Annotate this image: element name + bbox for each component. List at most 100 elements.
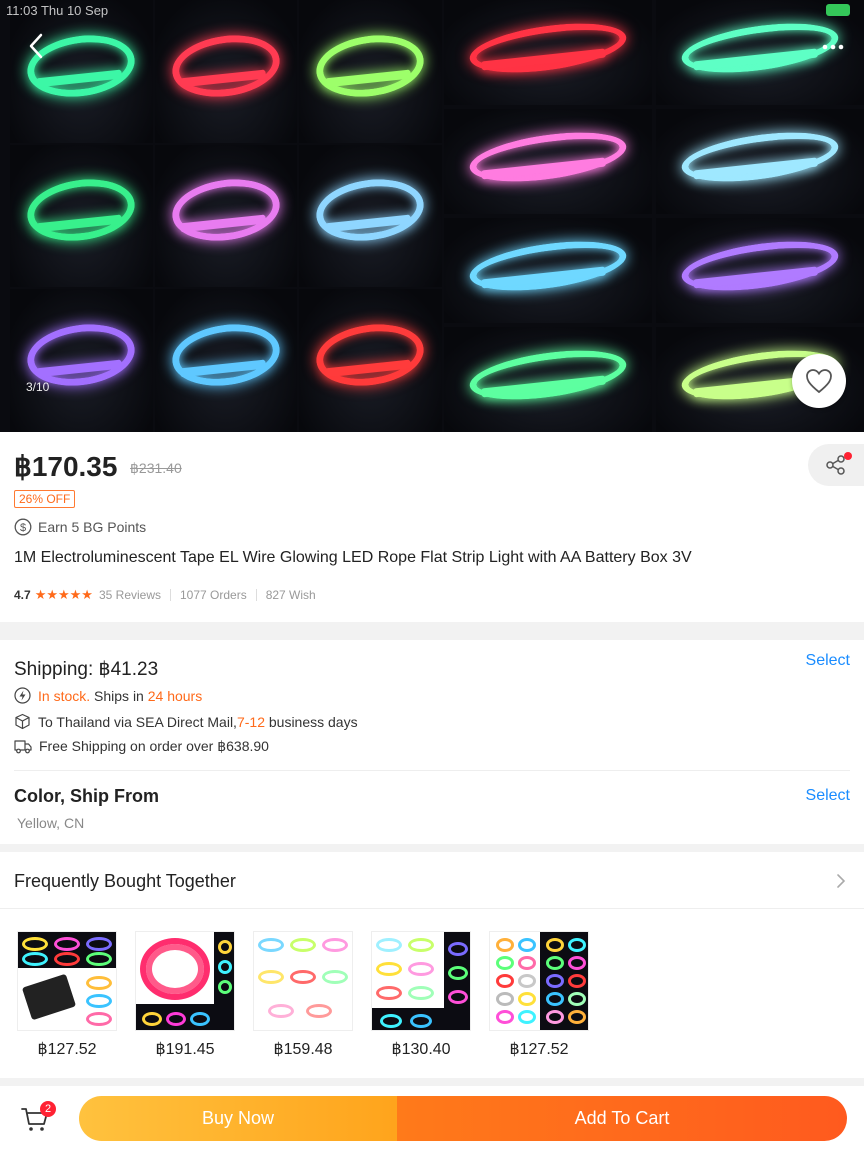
- shipping-section: Shipping: ฿41.23 Select In stock. Ships …: [0, 640, 864, 844]
- status-time: 11:03 Thu 10 Sep: [6, 3, 109, 18]
- product-title: 1M Electroluminescent Tape EL Wire Glowi…: [14, 549, 692, 566]
- section-title: Frequently Bought Together: [14, 871, 236, 891]
- fbt-item-price: ฿127.52: [37, 1041, 97, 1058]
- fbt-item[interactable]: ฿159.48: [253, 931, 353, 1059]
- variant-select-link[interactable]: Select: [806, 787, 850, 805]
- more-button[interactable]: [816, 30, 850, 64]
- gallery-tile: [444, 327, 652, 432]
- truck-icon: [14, 740, 32, 754]
- el-wire-loop: [23, 173, 140, 248]
- back-button[interactable]: [18, 28, 54, 64]
- el-wire-loop: [312, 317, 429, 393]
- fbt-list: ฿127.52 ฿191.45 ฿159.48 ฿130.40 ฿127.52: [17, 931, 589, 1059]
- el-wire-loop: [168, 317, 284, 393]
- battery-icon: [826, 4, 850, 16]
- route-days: 7-12: [236, 713, 265, 730]
- original-price: ฿231.40: [130, 460, 182, 476]
- fbt-item[interactable]: ฿127.52: [489, 931, 589, 1059]
- share-button[interactable]: [808, 444, 864, 486]
- free-shipping-label: Free Shipping on order over ฿638.90: [39, 738, 269, 754]
- route-suffix: business days: [268, 713, 358, 730]
- fbt-item-image: [17, 931, 117, 1031]
- fbt-item-image: [371, 931, 471, 1031]
- el-wire-loop: [466, 233, 630, 300]
- divider: [0, 908, 864, 909]
- heart-icon: [806, 369, 832, 394]
- el-wire-loop: [678, 124, 842, 191]
- el-wire-loop: [678, 233, 842, 300]
- el-wire-loop: [466, 124, 630, 191]
- fbt-item-image: [489, 931, 589, 1031]
- reviews-count: 35 Reviews: [98, 588, 161, 602]
- frequently-bought-section: Frequently Bought Together ฿127.52 ฿191.…: [0, 852, 864, 1078]
- gallery-tile: [299, 289, 442, 432]
- fbt-item[interactable]: ฿127.52: [17, 931, 117, 1059]
- package-icon: [15, 713, 30, 730]
- el-wire-loop: [466, 342, 630, 409]
- status-bar: 11:03 Thu 10 Sep: [0, 0, 864, 22]
- gallery-image-left: [10, 0, 442, 432]
- wishlist-button[interactable]: [792, 354, 846, 408]
- lightning-icon: [14, 687, 31, 704]
- fbt-item-price: ฿127.52: [509, 1041, 569, 1058]
- discount-badge: 26% OFF: [14, 490, 76, 508]
- dollar-circle-icon: $: [14, 518, 32, 536]
- product-image-gallery[interactable]: 11:03 Thu 10 Sep 3/10: [0, 0, 864, 432]
- fbt-item-image: [253, 931, 353, 1031]
- stock-line: In stock. Ships in 24 hours: [14, 687, 202, 704]
- gallery-tile: [154, 289, 298, 432]
- gallery-tile: [656, 109, 864, 214]
- free-shipping-line: Free Shipping on order over ฿638.90: [14, 738, 269, 755]
- el-wire-loop: [466, 15, 630, 82]
- route-line: To Thailand via SEA Direct Mail,7-12 bus…: [14, 713, 358, 730]
- star-rating-icon: ★★★★★: [34, 587, 93, 602]
- stock-status: In stock.: [38, 687, 91, 704]
- fbt-item[interactable]: ฿130.40: [371, 931, 471, 1059]
- image-counter: 3/10: [26, 380, 50, 394]
- wish-count: 827 Wish: [265, 588, 316, 602]
- points-label: Earn 5 BG Points: [38, 519, 147, 535]
- buy-now-button[interactable]: Buy Now: [79, 1096, 397, 1141]
- el-wire-loop: [312, 28, 429, 103]
- gallery-tile: [154, 144, 298, 288]
- el-wire-loop: [312, 173, 429, 248]
- add-to-cart-button[interactable]: Add To Cart: [397, 1096, 847, 1141]
- shipping-title: Shipping: ฿41.23: [14, 659, 159, 680]
- gallery-tile: [656, 218, 864, 323]
- rating-row[interactable]: 4.7 ★★★★★ 35 Reviews 1077 Orders 827 Wis…: [14, 587, 316, 603]
- variant-value: Yellow, CN: [17, 815, 85, 831]
- gallery-tile: [444, 109, 652, 214]
- gallery-tile: [10, 144, 153, 288]
- shipping-select-link[interactable]: Select: [806, 652, 850, 670]
- divider: [14, 770, 850, 771]
- divider: [255, 589, 257, 601]
- fbt-item-price: ฿130.40: [391, 1041, 451, 1058]
- product-page: 11:03 Thu 10 Sep 3/10 ฿170.35 ฿231.40 26…: [0, 0, 864, 1152]
- chevron-left-icon: [29, 33, 43, 59]
- bottom-action-bar: 2 Buy Now Add To Cart: [0, 1086, 864, 1152]
- orders-count: 1077 Orders: [180, 588, 247, 602]
- fbt-item-price: ฿159.48: [273, 1041, 333, 1058]
- cart-count-badge: 2: [40, 1101, 56, 1117]
- el-wire-loop: [168, 28, 284, 103]
- notification-dot: [844, 452, 852, 460]
- el-wire-loop: [168, 173, 284, 248]
- chevron-right-icon[interactable]: [832, 872, 850, 890]
- ships-in-prefix: Ships in: [94, 687, 144, 704]
- fbt-item-price: ฿191.45: [155, 1041, 215, 1058]
- current-price: ฿170.35: [14, 451, 118, 482]
- points-row: $ Earn 5 BG Points: [14, 518, 146, 536]
- route-prefix: To Thailand via SEA Direct Mail,: [38, 713, 237, 730]
- price-section: ฿170.35 ฿231.40 26% OFF $ Earn 5 BG Poin…: [0, 432, 864, 622]
- divider: [170, 589, 171, 601]
- ships-in-time: 24 hours: [147, 687, 203, 704]
- fbt-item[interactable]: ฿191.45: [135, 931, 235, 1059]
- gallery-tile: [10, 289, 153, 432]
- rating-value: 4.7: [14, 588, 31, 602]
- svg-text:$: $: [20, 522, 26, 534]
- gallery-tile: [299, 144, 442, 288]
- more-dots-icon: [822, 44, 844, 50]
- variant-title: Color, Ship From: [14, 786, 160, 806]
- fbt-item-image: [135, 931, 235, 1031]
- gallery-tile: [444, 218, 652, 323]
